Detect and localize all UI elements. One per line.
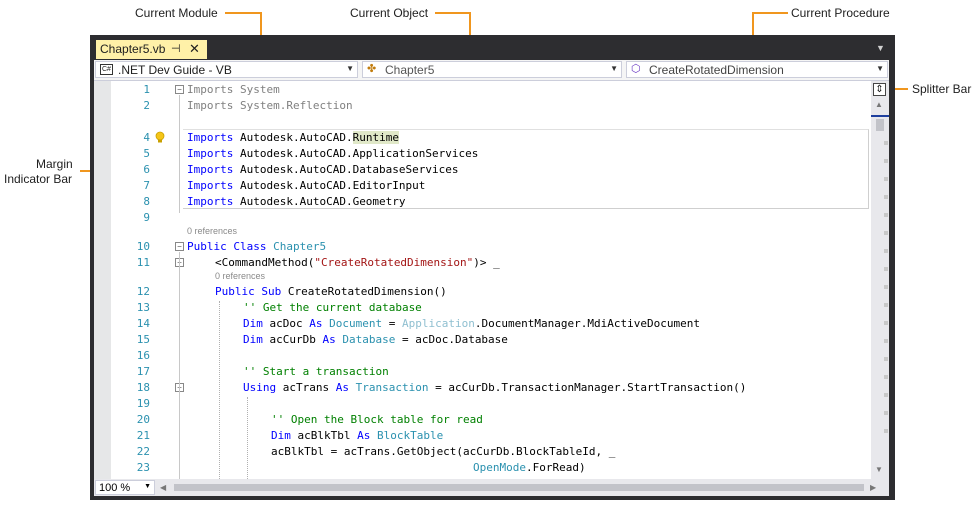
vertical-scrollbar[interactable]: ⇕ ▲ ▼	[871, 81, 889, 479]
tab-label: Chapter5.vb	[100, 42, 166, 56]
zoom-dropdown[interactable]: 100 % ▼	[95, 480, 155, 495]
line-number: 18	[136, 381, 150, 394]
line-number: 20	[136, 413, 150, 426]
code-line-5: Imports Autodesk.AutoCAD.ApplicationServ…	[187, 147, 479, 160]
scroll-thumb[interactable]	[174, 484, 864, 491]
line-number: 17	[136, 365, 150, 378]
callout-margin-indicator-line2: Indicator Bar	[4, 172, 73, 186]
callout-line	[225, 12, 261, 14]
line-number: 10	[136, 240, 150, 253]
lightbulb-icon[interactable]	[154, 131, 166, 144]
caret-position-marker	[871, 115, 889, 117]
callout-current-object: Current Object	[350, 6, 429, 20]
code-line-13: '' Get the current database	[243, 301, 422, 314]
line-number: 2	[143, 99, 150, 112]
line-number: 11	[136, 256, 150, 269]
code-line-2: Imports System.Reflection	[187, 99, 353, 112]
indent-guide	[219, 301, 220, 479]
procedure-dropdown[interactable]: ⬡ CreateRotatedDimension ▼	[626, 61, 888, 78]
outline-guide	[179, 95, 180, 213]
horizontal-scrollbar[interactable]: 100 % ▼ ◀ ▶	[94, 479, 889, 496]
method-icon: ⬡	[631, 63, 641, 75]
object-dropdown[interactable]: ✤ Chapter5 ▼	[362, 61, 622, 78]
chevron-down-icon: ▼	[346, 64, 354, 73]
scroll-up-icon[interactable]: ▲	[875, 100, 883, 109]
scroll-right-icon[interactable]: ▶	[870, 483, 876, 492]
code-line-10: Public Class Chapter5	[187, 240, 327, 253]
code-line-6: Imports Autodesk.AutoCAD.DatabaseService…	[187, 163, 459, 176]
line-number: 13	[136, 301, 150, 314]
code-editor[interactable]: 1 2 4 5 6 7 8 9 10 11 12 13 14 15 16 17 …	[94, 81, 889, 479]
line-number: 7	[143, 179, 150, 192]
code-line-18: Using acTrans As Transaction = acCurDb.T…	[243, 381, 747, 394]
module-label: .NET Dev Guide - VB	[118, 63, 232, 77]
vb-project-icon: C#	[100, 64, 113, 75]
line-number: 4	[143, 131, 150, 144]
change-markers	[884, 141, 888, 441]
code-line-11: <CommandMethod("CreateRotatedDimension")…	[215, 256, 500, 269]
line-number: 9	[143, 211, 150, 224]
collapse-icon[interactable]: −	[175, 242, 184, 251]
code-line-22: acBlkTbl = acTrans.GetObject(acCurDb.Blo…	[271, 445, 616, 458]
code-line-14: Dim acDoc As Document = Application.Docu…	[243, 317, 700, 330]
line-number: 1	[143, 83, 150, 96]
close-icon[interactable]: ✕	[189, 41, 200, 57]
code-line-7: Imports Autodesk.AutoCAD.EditorInput	[187, 179, 426, 192]
scroll-left-icon[interactable]: ◀	[160, 483, 166, 492]
line-number: 15	[136, 333, 150, 346]
pin-icon[interactable]: ⊣	[171, 42, 181, 55]
line-number: 8	[143, 195, 150, 208]
line-number: 21	[136, 429, 150, 442]
collapse-icon[interactable]: −	[175, 85, 184, 94]
line-number: 23	[136, 461, 150, 474]
object-label: Chapter5	[385, 63, 435, 77]
callout-line	[435, 12, 470, 14]
code-line-8: Imports Autodesk.AutoCAD.Geometry	[187, 195, 406, 208]
callout-current-module: Current Module	[135, 6, 218, 20]
zoom-value: 100 %	[99, 482, 131, 494]
code-line-20: '' Open the Block table for read	[271, 413, 483, 426]
line-number: 16	[136, 349, 150, 362]
chevron-down-icon: ▼	[144, 483, 151, 490]
scroll-down-icon[interactable]: ▼	[875, 465, 883, 474]
codelens-references[interactable]: 0 references	[187, 226, 237, 236]
tab-chapter5[interactable]: Chapter5.vb ⊣ ✕	[96, 40, 207, 59]
callout-line	[752, 12, 788, 14]
callout-margin-indicator-line1: Margin	[36, 157, 73, 171]
module-dropdown[interactable]: C# .NET Dev Guide - VB ▼	[95, 61, 358, 78]
code-lines: 1 2 4 5 6 7 8 9 10 11 12 13 14 15 16 17 …	[94, 81, 871, 479]
line-number: 14	[136, 317, 150, 330]
codelens-references[interactable]: 0 references	[215, 271, 265, 281]
code-line-23: OpenMode.ForRead)	[473, 461, 586, 474]
indent-guide	[247, 397, 248, 479]
line-number: 22	[136, 445, 150, 458]
line-number: 12	[136, 285, 150, 298]
callout-splitter-bar: Splitter Bar	[912, 82, 972, 96]
code-line-1: Imports System	[187, 83, 280, 96]
navigation-bar: C# .NET Dev Guide - VB ▼ ✤ Chapter5 ▼ ⬡ …	[94, 60, 889, 81]
line-number: 19	[136, 397, 150, 410]
tab-overflow-icon[interactable]: ▼	[876, 43, 885, 53]
code-line-12: Public Sub CreateRotatedDimension()	[215, 285, 447, 298]
line-number: 6	[143, 163, 150, 176]
chevron-down-icon: ▼	[876, 64, 884, 73]
chevron-down-icon: ▼	[610, 64, 618, 73]
class-icon: ✤	[367, 63, 377, 75]
splitter-bar-icon[interactable]: ⇕	[873, 83, 886, 96]
code-line-15: Dim acCurDb As Database = acDoc.Database	[243, 333, 508, 346]
code-line-21: Dim acBlkTbl As BlockTable	[271, 429, 444, 442]
scroll-thumb[interactable]	[876, 119, 884, 131]
procedure-label: CreateRotatedDimension	[649, 63, 784, 77]
code-line-17: '' Start a transaction	[243, 365, 389, 378]
line-number: 5	[143, 147, 150, 160]
code-line-4: Imports Autodesk.AutoCAD.Runtime	[187, 131, 399, 144]
outline-guide	[179, 252, 180, 479]
callout-current-procedure: Current Procedure	[791, 6, 890, 20]
